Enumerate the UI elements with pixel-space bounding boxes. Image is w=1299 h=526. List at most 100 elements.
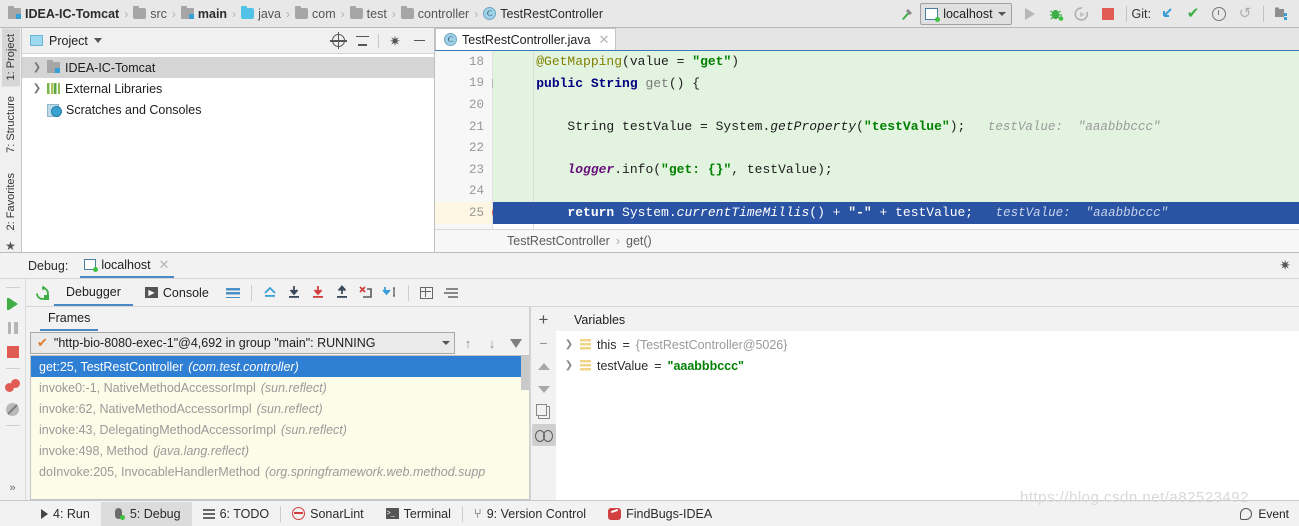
move-down-icon[interactable]: ↓ [481, 332, 503, 354]
layout-settings-icon[interactable] [221, 281, 245, 305]
filter-icon[interactable] [505, 332, 527, 354]
sidebar-item-project[interactable]: 1: Project [1, 28, 20, 87]
gutter-line-24[interactable]: 24 [435, 181, 492, 203]
breadcrumb-item-test[interactable]: test [348, 6, 389, 21]
project-structure-icon[interactable] [1269, 2, 1295, 26]
chevron-right-icon[interactable]: ❯ [564, 339, 574, 350]
stop-button[interactable] [1095, 2, 1121, 26]
event-log-label[interactable]: Event [1258, 507, 1289, 521]
tree-node-external-libraries[interactable]: ❯ External Libraries [22, 78, 434, 99]
tab-console[interactable]: ▶ Console [133, 279, 221, 306]
rerun-debug-icon[interactable] [30, 281, 54, 305]
settings-gear-icon[interactable]: ✷ [1279, 257, 1291, 274]
hide-panel-icon[interactable] [408, 30, 430, 52]
editor-gutter[interactable]: 1819−202122232425 [435, 51, 505, 229]
frame-row[interactable]: get:25, TestRestController (com.test.cont… [31, 356, 529, 377]
breadcrumb-item-java[interactable]: java [239, 6, 283, 21]
tab-variables[interactable]: Variables [566, 313, 633, 331]
breadcrumb-class[interactable]: TestRestController [507, 234, 610, 248]
update-project-icon[interactable] [1154, 2, 1180, 26]
chevron-right-icon[interactable]: ❯ [32, 83, 42, 94]
breadcrumb-item-main[interactable]: main [179, 6, 229, 21]
frame-row[interactable]: invoke:43, DelegatingMethodAccessorImpl (… [31, 419, 529, 440]
close-icon[interactable]: ✕ [599, 32, 610, 48]
locate-icon[interactable] [327, 30, 349, 52]
show-execution-point-icon[interactable] [258, 281, 282, 305]
tab-frames[interactable]: Frames [40, 311, 99, 331]
more-actions-icon[interactable]: » [1, 476, 25, 500]
tree-node-scratches-and-consoles[interactable]: Scratches and Consoles [22, 99, 434, 120]
step-over-icon[interactable] [282, 281, 306, 305]
status-item-5-debug[interactable]: 5: Debug [100, 501, 192, 526]
frame-row[interactable]: invoke0:-1, NativeMethodAccessorImpl (sun… [31, 377, 529, 398]
gutter-line-25[interactable]: 25 [435, 202, 505, 224]
variables-list[interactable]: ❯ this = {TestRestController@5026} ❯ testValu… [556, 331, 1299, 500]
close-icon[interactable]: ✕ [159, 257, 170, 273]
variable-row[interactable]: ❯ this = {TestRestController@5026} [556, 334, 1299, 355]
move-down-icon[interactable] [532, 378, 556, 400]
frame-row[interactable]: doInvoke:205, InvocableHandlerMethod (org… [31, 461, 529, 482]
status-item-6-todo[interactable]: 6: TODO [192, 502, 281, 526]
frame-row[interactable]: invoke:62, NativeMethodAccessorImpl (sun.… [31, 398, 529, 419]
remove-icon[interactable]: − [532, 332, 556, 354]
variable-row[interactable]: ❯ testValue = "aaabbbccc" [556, 355, 1299, 376]
rerun-icon[interactable] [1069, 2, 1095, 26]
mute-breakpoints-icon[interactable] [1, 397, 25, 421]
gutter-line-19[interactable]: 19− [435, 73, 501, 95]
step-into-icon[interactable] [306, 281, 330, 305]
project-tree[interactable]: ❯ IDEA-IC-Tomcat ❯ External Libraries Scratc… [22, 54, 434, 252]
chevron-down-icon[interactable] [93, 38, 102, 43]
status-item-9-version-control[interactable]: ⑂ 9: Version Control [463, 502, 597, 526]
frame-row[interactable]: invoke:498, Method (java.lang.reflect) [31, 440, 529, 461]
view-breakpoints-icon[interactable] [1, 373, 25, 397]
breadcrumb-item-idea-ic-tomcat[interactable]: IDEA-IC-Tomcat [6, 6, 121, 21]
chevron-right-icon[interactable]: ❯ [32, 62, 42, 73]
breadcrumb-item-testrestcontroller[interactable]: C TestRestController [481, 7, 605, 21]
status-item-sonarlint[interactable]: SonarLint [281, 502, 375, 526]
sort-values-icon[interactable] [439, 281, 463, 305]
drop-frame-icon[interactable] [354, 281, 378, 305]
chevron-right-icon[interactable]: ❯ [564, 360, 574, 371]
debug-session-tab[interactable]: localhost ✕ [80, 253, 174, 278]
move-up-icon[interactable]: ↑ [457, 332, 479, 354]
run-button[interactable] [1017, 2, 1043, 26]
run-configuration-selector[interactable]: localhost [920, 2, 1012, 25]
stop-icon[interactable] [1, 340, 25, 364]
sidebar-item-favorites[interactable]: 2: Favorites [2, 167, 20, 236]
frames-scrollbar[interactable] [521, 356, 529, 499]
code-content[interactable]: @GetMapping(value = "get") public String… [493, 51, 1299, 229]
inspect-icon[interactable] [531, 424, 556, 446]
collapse-all-icon[interactable] [351, 30, 373, 52]
breadcrumb-item-src[interactable]: src [131, 6, 169, 21]
status-item-findbugs-idea[interactable]: FindBugs-IDEA [597, 502, 723, 526]
debug-button[interactable] [1043, 2, 1069, 26]
gutter-line-23[interactable]: 23 [435, 159, 492, 181]
gutter-line-20[interactable]: 20 [435, 94, 492, 116]
editor-tab-testrestcontroller[interactable]: C TestRestController.java ✕ [435, 28, 617, 50]
settings-gear-icon[interactable]: ✷ [384, 30, 406, 52]
history-clock-icon[interactable] [1206, 2, 1232, 26]
pause-program-icon[interactable] [1, 316, 25, 340]
tab-debugger[interactable]: Debugger [54, 279, 133, 306]
gutter-line-18[interactable]: 18 [435, 51, 492, 73]
evaluate-expression-icon[interactable] [415, 281, 439, 305]
resume-program-icon[interactable] [1, 292, 25, 316]
tree-node-idea-ic-tomcat[interactable]: ❯ IDEA-IC-Tomcat [22, 57, 434, 78]
editor-breadcrumb[interactable]: TestRestController › get() [435, 229, 1299, 252]
step-out-icon[interactable] [330, 281, 354, 305]
breadcrumb-item-com[interactable]: com [293, 6, 338, 21]
hammer-build-icon[interactable] [894, 2, 920, 26]
copy-icon[interactable] [532, 401, 556, 423]
frames-list[interactable]: get:25, TestRestController (com.test.cont… [30, 355, 529, 500]
editor-scrollbar[interactable] [1290, 51, 1299, 229]
code-editor[interactable]: 1819−202122232425 @GetMapping(value = "g… [435, 51, 1299, 229]
move-up-icon[interactable] [532, 355, 556, 377]
run-to-cursor-icon[interactable] [378, 281, 402, 305]
thread-selector[interactable]: ✔ "http-bio-8080-exec-1"@4,692 in group … [30, 332, 455, 354]
status-item-terminal[interactable]: >_ Terminal [375, 502, 462, 526]
gutter-line-22[interactable]: 22 [435, 137, 492, 159]
rollback-icon[interactable]: ↺ [1232, 2, 1258, 26]
breadcrumb-item-controller[interactable]: controller [399, 6, 471, 21]
status-item-4-run[interactable]: 4: Run [30, 502, 101, 526]
commit-icon[interactable]: ✔ [1180, 2, 1206, 26]
